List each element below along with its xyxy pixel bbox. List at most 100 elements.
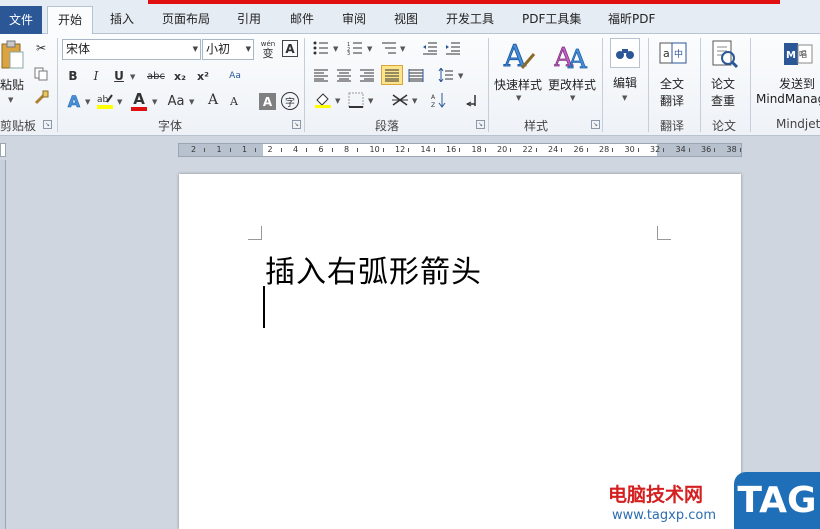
bullets-dropdown-icon[interactable]: ▼ (333, 45, 338, 53)
tab-mailings[interactable]: 邮件 (290, 6, 314, 34)
distributed-icon[interactable] (407, 66, 425, 84)
justify-icon[interactable] (381, 65, 403, 85)
underline-icon[interactable]: U (111, 68, 127, 84)
multilevel-list-dropdown-icon[interactable]: ▼ (400, 45, 405, 53)
tab-pdf-tools[interactable]: PDF工具集 (522, 6, 581, 34)
translate-icon[interactable]: a中 (658, 39, 688, 69)
clipboard-launcher-icon[interactable]: ↘ (43, 120, 52, 129)
tab-file[interactable]: 文件 (0, 6, 42, 34)
ruler-corner (0, 143, 6, 157)
copy-icon[interactable] (33, 66, 49, 82)
ruler-tick (433, 148, 435, 152)
bold-icon[interactable]: B (65, 68, 81, 84)
paste-button[interactable]: 粘贴 (0, 76, 24, 93)
font-size-combo[interactable]: 小初 ▼ (202, 39, 254, 60)
ruler-number: 16 (446, 145, 457, 154)
shading-icon[interactable] (313, 91, 333, 109)
highlight-icon[interactable]: ab (96, 92, 114, 110)
align-right-icon[interactable] (358, 66, 376, 84)
tab-developer[interactable]: 开发工具 (446, 6, 494, 34)
ruler-tick (612, 148, 613, 152)
align-center-icon[interactable] (335, 66, 353, 84)
bullets-icon[interactable] (312, 40, 330, 56)
tab-references[interactable]: 引用 (237, 6, 261, 34)
chinese-layout-icon[interactable] (390, 91, 410, 109)
italic-icon[interactable]: I (88, 68, 104, 84)
tab-insert[interactable]: 插入 (110, 6, 134, 34)
ruler-number: 18 (471, 145, 482, 154)
tab-home[interactable]: 开始 (47, 6, 94, 35)
multilevel-list-icon[interactable] (380, 40, 398, 56)
line-spacing-icon[interactable] (437, 66, 455, 84)
superscript-icon[interactable]: x² (195, 68, 211, 84)
shrink-font-icon[interactable]: A (226, 93, 242, 109)
font-color-icon[interactable]: A (130, 91, 148, 111)
chinese-layout-dropdown-icon[interactable]: ▼ (412, 97, 417, 105)
paper-check-label-1[interactable]: 论文 (711, 75, 735, 92)
font-name-value: 宋体 (66, 42, 91, 56)
change-styles-icon[interactable]: AA (554, 38, 590, 74)
tab-page-layout[interactable]: 页面布局 (162, 6, 210, 34)
borders-dropdown-icon[interactable]: ▼ (368, 97, 373, 105)
change-case-dropdown-icon[interactable]: ▼ (189, 98, 194, 106)
cut-icon[interactable]: ✂ (33, 40, 49, 56)
character-border-icon[interactable]: A (282, 40, 298, 57)
align-left-icon[interactable] (312, 66, 330, 84)
format-painter-icon[interactable] (33, 90, 49, 106)
font-name-combo[interactable]: 宋体 ▼ (62, 39, 201, 60)
change-case-icon[interactable]: Aa (165, 92, 187, 110)
quick-styles-icon[interactable]: A (500, 38, 536, 74)
ribbon-tab-bar: 文件 开始 插入 页面布局 引用 邮件 审阅 视图 开发工具 PDF工具集 福昕… (0, 0, 820, 35)
subscript-icon[interactable]: x₂ (172, 68, 188, 84)
grow-font-icon[interactable]: A (204, 91, 222, 109)
font-color-dropdown-icon[interactable]: ▼ (152, 98, 157, 106)
decrease-indent-icon[interactable] (421, 40, 439, 56)
line-spacing-dropdown-icon[interactable]: ▼ (458, 72, 463, 80)
find-icon[interactable] (610, 38, 640, 68)
document-text[interactable]: 插入右弧形箭头 (265, 247, 482, 291)
translate-label-2[interactable]: 翻译 (660, 92, 684, 109)
borders-icon[interactable] (347, 91, 365, 109)
mindjet-label-1[interactable]: 发送到 (779, 75, 815, 92)
paste-dropdown-icon[interactable]: ▼ (8, 96, 13, 104)
change-styles-button[interactable]: 更改样式 (548, 76, 596, 93)
translate-label-1[interactable]: 全文 (660, 75, 684, 92)
quick-styles-dropdown-icon[interactable]: ▼ (516, 94, 521, 102)
strikethrough-icon[interactable]: abc (145, 68, 167, 84)
change-styles-dropdown-icon[interactable]: ▼ (570, 94, 575, 102)
editing-button[interactable]: 编辑 (613, 74, 637, 91)
tab-review[interactable]: 审阅 (342, 6, 366, 34)
paragraph-launcher-icon[interactable]: ↘ (476, 120, 485, 129)
clear-formatting-icon[interactable]: Aa (226, 67, 244, 85)
ruler-number: 6 (318, 145, 324, 154)
horizontal-ruler[interactable]: 2 1 1 2 4 6 8 10 12 14 16 18 20 22 24 26 28 30 32 34 36 38 (178, 143, 742, 157)
increase-indent-icon[interactable] (444, 40, 462, 56)
paper-check-icon[interactable] (709, 39, 739, 69)
highlight-dropdown-icon[interactable]: ▼ (117, 98, 122, 106)
numbering-icon[interactable]: 123 (346, 40, 364, 56)
show-marks-icon[interactable] (462, 91, 480, 109)
mindjet-label-2[interactable]: MindManager (756, 92, 820, 106)
shading-dropdown-icon[interactable]: ▼ (335, 97, 340, 105)
styles-launcher-icon[interactable]: ↘ (591, 120, 600, 129)
character-shading-icon[interactable]: A (259, 93, 276, 110)
svg-text:A: A (503, 39, 526, 74)
paste-icon[interactable] (0, 40, 24, 72)
ruler-number: 20 (497, 145, 508, 154)
tab-view[interactable]: 视图 (394, 6, 418, 34)
editing-dropdown-icon[interactable]: ▼ (622, 94, 627, 102)
numbering-dropdown-icon[interactable]: ▼ (367, 45, 372, 53)
paper-check-label-2[interactable]: 查重 (711, 92, 735, 109)
mindmanager-icon[interactable]: M唱 (782, 39, 814, 69)
underline-dropdown-icon[interactable]: ▼ (130, 73, 135, 81)
phonetic-guide-icon[interactable]: wén 变 (259, 39, 277, 59)
text-effects-icon[interactable]: A (65, 91, 83, 111)
sort-icon[interactable]: AZ (430, 91, 448, 109)
tab-foxit-pdf[interactable]: 福昕PDF (608, 6, 655, 34)
ruler-tick (535, 148, 537, 152)
font-launcher-icon[interactable]: ↘ (292, 120, 301, 129)
document-page[interactable]: 插入右弧形箭头 (179, 174, 741, 529)
quick-styles-button[interactable]: 快速样式 (494, 76, 542, 93)
text-effects-dropdown-icon[interactable]: ▼ (85, 98, 90, 106)
enclose-characters-icon[interactable]: 字 (281, 92, 299, 110)
